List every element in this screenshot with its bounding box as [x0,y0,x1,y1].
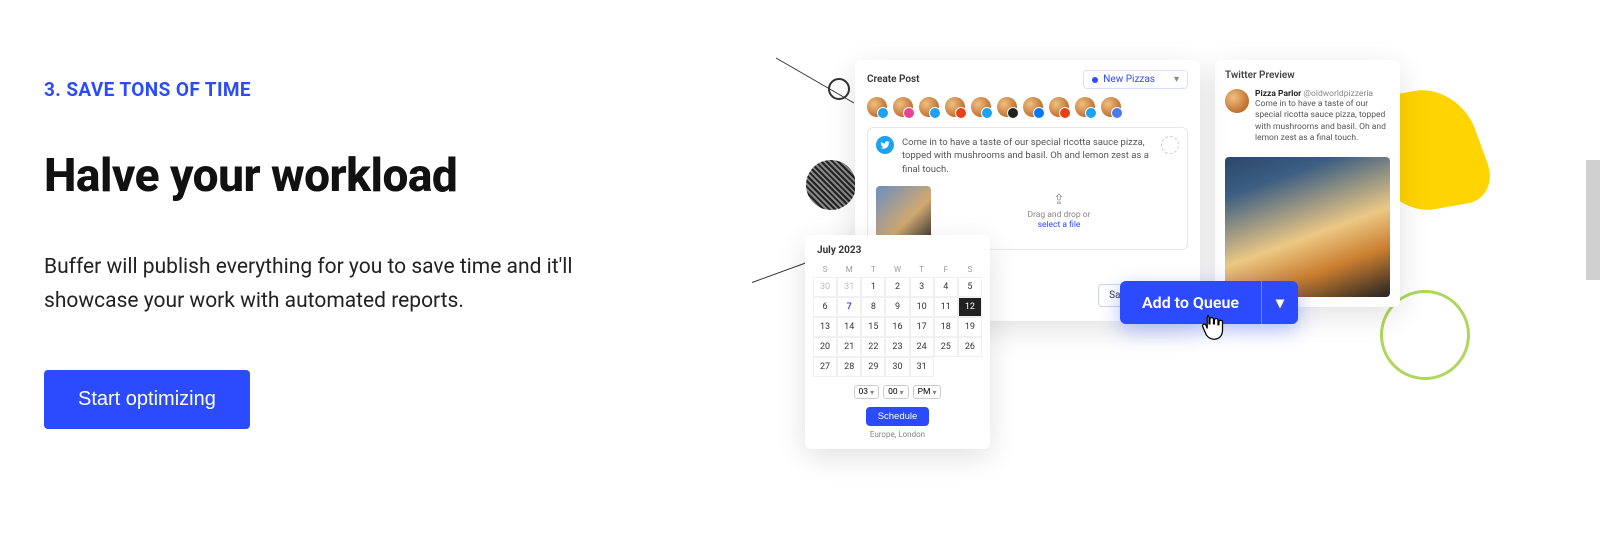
calendar-day[interactable]: 27 [813,357,837,377]
media-dropzone[interactable]: ⇪ Drag and drop or select a file [939,186,1179,241]
decorative-circle [828,78,850,100]
calendar-day[interactable]: 16 [885,317,909,337]
calendar-day[interactable]: 3 [910,277,934,297]
campaign-select[interactable]: New Pizzas [1083,70,1188,89]
calendar-day[interactable]: 20 [813,337,837,357]
calendar-day[interactable]: 2 [885,277,909,297]
minute-value: 00 [888,387,898,397]
schedule-calendar: July 2023 SMTWTFS30311234567891011121314… [805,235,990,449]
decorative-hatch [806,160,856,210]
queue-dropdown-toggle[interactable]: ▾ [1261,281,1298,324]
calendar-day[interactable]: 23 [885,337,909,357]
calendar-day[interactable]: 10 [910,297,934,317]
calendar-day[interactable]: 24 [910,337,934,357]
calendar-day[interactable]: 17 [910,317,934,337]
section-body: Buffer will publish everything for you t… [44,251,664,318]
preview-account-handle: @oldworldpizzeria [1303,89,1373,99]
preview-post-text: Come in to have a taste of our special r… [1255,99,1390,145]
preview-account-name: Pizza Parlor [1255,89,1301,99]
channel-avatars [867,97,1188,117]
composer-title: Create Post [867,74,920,85]
channel-avatar[interactable] [1101,97,1121,117]
channel-avatar[interactable] [945,97,965,117]
calendar-day[interactable]: 8 [861,297,885,317]
schedule-button[interactable]: Schedule [866,407,930,426]
calendar-day[interactable]: 4 [934,277,958,297]
channel-avatar[interactable] [867,97,887,117]
calendar-day[interactable]: 19 [958,317,982,337]
calendar-day[interactable]: 6 [813,297,837,317]
calendar-day[interactable]: 30 [885,357,909,377]
calendar-day-header: F [934,262,958,277]
calendar-day-header: M [837,262,861,277]
scrollbar-thumb[interactable] [1586,160,1600,280]
channel-avatar[interactable] [1049,97,1069,117]
emoji-picker-icon[interactable] [1161,136,1179,154]
calendar-day[interactable]: 31 [837,277,861,297]
post-text[interactable]: Come in to have a taste of our special r… [902,136,1153,176]
calendar-day[interactable]: 26 [958,337,982,357]
avatar [1225,89,1249,113]
calendar-day[interactable]: 29 [861,357,885,377]
calendar-day[interactable]: 21 [837,337,861,357]
product-illustration: Twitter Preview Pizza Parlor @oldworldpi… [740,40,1460,490]
select-file-link[interactable]: select a file [1038,220,1081,230]
calendar-day-header: S [813,262,837,277]
calendar-day-header: T [910,262,934,277]
add-to-queue-label: Add to Queue [1120,281,1261,324]
calendar-day-header: W [885,262,909,277]
twitter-icon [876,136,894,154]
calendar-day-header: S [958,262,982,277]
calendar-day[interactable]: 31 [910,357,934,377]
dropzone-label: Drag and drop or [1027,210,1090,220]
calendar-day[interactable]: 18 [934,317,958,337]
calendar-day[interactable]: 15 [861,317,885,337]
timezone-label: Europe, London [813,430,982,439]
post-editor[interactable]: Come in to have a taste of our special r… [867,127,1188,250]
calendar-day[interactable]: 5 [958,277,982,297]
calendar-day[interactable]: 28 [837,357,861,377]
campaign-select-value: New Pizzas [1103,74,1155,85]
upload-icon: ⇪ [939,192,1179,208]
calendar-day[interactable]: 13 [813,317,837,337]
calendar-day[interactable]: 1 [861,277,885,297]
channel-avatar[interactable] [893,97,913,117]
calendar-day[interactable]: 22 [861,337,885,357]
add-to-queue-button[interactable]: Add to Queue ▾ [1120,281,1298,324]
calendar-day [958,357,982,377]
calendar-day[interactable]: 11 [934,297,958,317]
ampm-select[interactable]: PM [913,385,942,399]
calendar-day[interactable]: 7 [837,297,861,317]
hour-select[interactable]: 03 [854,385,880,399]
calendar-day[interactable]: 9 [885,297,909,317]
section-eyebrow: 3. SAVE TONS OF TIME [44,78,684,101]
channel-avatar[interactable] [919,97,939,117]
preview-image [1225,157,1390,297]
channel-avatar[interactable] [971,97,991,117]
channel-avatar[interactable] [1075,97,1095,117]
calendar-day-header: T [861,262,885,277]
channel-avatar[interactable] [997,97,1017,117]
start-optimizing-button[interactable]: Start optimizing [44,370,250,429]
calendar-day[interactable]: 25 [934,337,958,357]
calendar-day[interactable]: 30 [813,277,837,297]
section-headline: Halve your workload [44,149,684,203]
hour-value: 03 [859,387,869,397]
preview-panel-title: Twitter Preview [1225,70,1390,81]
minute-select[interactable]: 00 [883,385,909,399]
calendar-day[interactable]: 14 [837,317,861,337]
channel-avatar[interactable] [1023,97,1043,117]
attached-image-thumb[interactable] [876,186,931,241]
calendar-month-label: July 2023 [813,245,982,256]
ampm-value: PM [918,387,931,397]
calendar-day [934,357,958,377]
calendar-day[interactable]: 12 [958,297,982,317]
twitter-preview-card: Twitter Preview Pizza Parlor @oldworldpi… [1215,60,1400,307]
